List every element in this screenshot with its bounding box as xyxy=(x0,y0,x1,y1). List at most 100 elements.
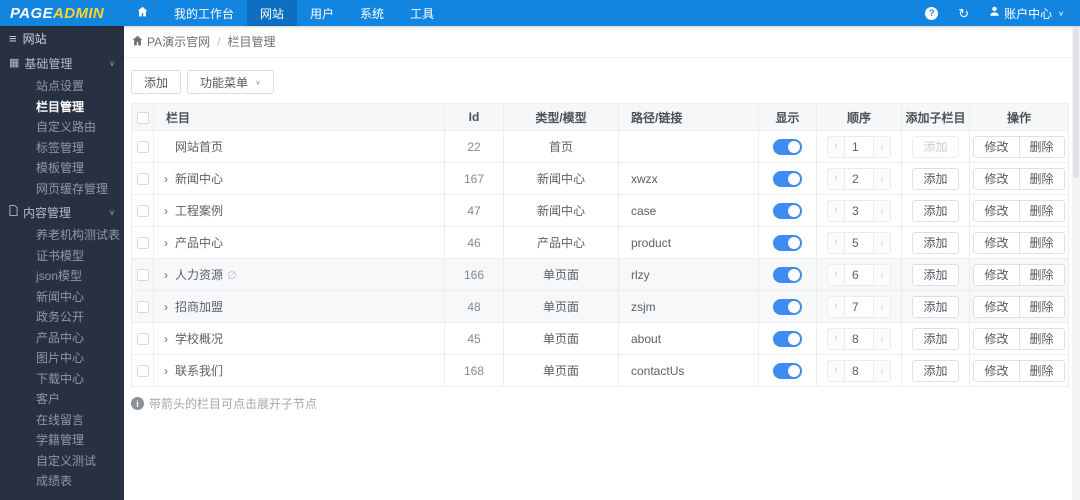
column-name[interactable]: 新闻中心 xyxy=(175,172,223,186)
row-checkbox[interactable] xyxy=(136,333,149,346)
modify-button[interactable]: 修改 xyxy=(973,167,1020,190)
add-child-button[interactable]: 添加 xyxy=(912,359,959,382)
column-name[interactable]: 招商加盟 xyxy=(175,300,223,314)
delete-button[interactable]: 删除 xyxy=(1018,135,1065,158)
delete-button[interactable]: 删除 xyxy=(1018,295,1065,318)
sidebar-item[interactable]: 模板管理 xyxy=(0,158,124,179)
add-child-button[interactable]: 添加 xyxy=(912,327,959,350)
expand-arrow-icon[interactable]: › xyxy=(164,172,175,186)
topnav-item[interactable]: 我的工作台 xyxy=(161,0,247,26)
modify-button[interactable]: 修改 xyxy=(973,295,1020,318)
visible-toggle[interactable] xyxy=(773,138,802,155)
order-down-button[interactable]: ↓ xyxy=(874,265,890,285)
home-nav-button[interactable] xyxy=(124,0,161,26)
order-value-input[interactable]: 7 xyxy=(844,296,874,317)
order-up-button[interactable]: ↑ xyxy=(828,201,844,221)
order-value-input[interactable]: 3 xyxy=(844,200,874,221)
sidebar-item[interactable]: 自定义测试 xyxy=(0,451,124,472)
expand-arrow-icon[interactable]: › xyxy=(164,236,175,250)
visible-toggle[interactable] xyxy=(773,170,802,187)
order-up-button[interactable]: ↑ xyxy=(828,233,844,253)
add-button[interactable]: 添加 xyxy=(131,70,182,94)
visible-toggle[interactable] xyxy=(773,266,802,283)
visible-toggle[interactable] xyxy=(773,202,802,219)
expand-arrow-icon[interactable]: › xyxy=(164,332,175,346)
topnav-item[interactable]: 用户 xyxy=(297,0,347,26)
sidebar-item[interactable]: 网页缓存管理 xyxy=(0,179,124,200)
hamburger-icon[interactable]: ≡ xyxy=(9,31,17,46)
topnav-item[interactable]: 工具 xyxy=(397,0,447,26)
delete-button[interactable]: 删除 xyxy=(1018,263,1065,286)
expand-arrow-icon[interactable]: › xyxy=(164,268,175,282)
delete-button[interactable]: 删除 xyxy=(1018,231,1065,254)
add-child-button[interactable]: 添加 xyxy=(912,263,959,286)
modify-button[interactable]: 修改 xyxy=(973,135,1020,158)
order-up-button[interactable]: ↑ xyxy=(828,297,844,317)
sidebar-item[interactable]: 自定义路由 xyxy=(0,117,124,138)
column-name[interactable]: 联系我们 xyxy=(175,364,223,378)
sidebar-item[interactable]: 图片中心 xyxy=(0,348,124,369)
function-menu-button[interactable]: 功能菜单 ∨ xyxy=(187,70,274,94)
add-child-button[interactable]: 添加 xyxy=(912,199,959,222)
modify-button[interactable]: 修改 xyxy=(973,231,1020,254)
add-child-button[interactable]: 添加 xyxy=(912,135,959,158)
scrollbar-thumb[interactable] xyxy=(1073,28,1079,178)
row-checkbox[interactable] xyxy=(136,173,149,186)
topnav-item[interactable]: 网站 xyxy=(247,0,298,26)
sidebar-item[interactable]: 客户 xyxy=(0,389,124,410)
sidebar-item[interactable]: 在线留言 xyxy=(0,410,124,431)
select-all-checkbox[interactable] xyxy=(136,111,149,124)
modify-button[interactable]: 修改 xyxy=(973,263,1020,286)
sidebar-item[interactable]: 下载中心 xyxy=(0,369,124,390)
column-name[interactable]: 产品中心 xyxy=(175,236,223,250)
sidebar-item[interactable]: 学籍管理 xyxy=(0,430,124,451)
row-checkbox[interactable] xyxy=(136,269,149,282)
expand-arrow-icon[interactable]: › xyxy=(164,364,175,378)
order-down-button[interactable]: ↓ xyxy=(874,329,890,349)
row-checkbox[interactable] xyxy=(136,237,149,250)
sidebar-item[interactable]: 新闻中心 xyxy=(0,287,124,308)
refresh-icon[interactable]: ↻ xyxy=(958,7,969,20)
order-up-button[interactable]: ↑ xyxy=(828,329,844,349)
column-name[interactable]: 网站首页 xyxy=(175,140,223,154)
sidebar-item[interactable]: 产品中心 xyxy=(0,328,124,349)
order-down-button[interactable]: ↓ xyxy=(874,297,890,317)
sidebar-item[interactable]: 养老机构测试表 xyxy=(0,225,124,246)
sidebar-item[interactable]: 栏目管理 xyxy=(0,97,124,118)
sidebar-item[interactable]: 证书模型 xyxy=(0,246,124,267)
column-name[interactable]: 人力资源 xyxy=(175,268,223,282)
order-value-input[interactable]: 6 xyxy=(844,264,874,285)
column-name[interactable]: 学校概况 xyxy=(175,332,223,346)
row-checkbox[interactable] xyxy=(136,365,149,378)
modify-button[interactable]: 修改 xyxy=(973,327,1020,350)
visible-toggle[interactable] xyxy=(773,330,802,347)
order-down-button[interactable]: ↓ xyxy=(874,169,890,189)
delete-button[interactable]: 删除 xyxy=(1018,359,1065,382)
delete-button[interactable]: 删除 xyxy=(1018,167,1065,190)
modify-button[interactable]: 修改 xyxy=(973,199,1020,222)
order-value-input[interactable]: 1 xyxy=(844,136,874,157)
row-checkbox[interactable] xyxy=(136,141,149,154)
order-value-input[interactable]: 5 xyxy=(844,232,874,253)
order-down-button[interactable]: ↓ xyxy=(874,201,890,221)
visible-toggle[interactable] xyxy=(773,362,802,379)
modify-button[interactable]: 修改 xyxy=(973,359,1020,382)
order-up-button[interactable]: ↑ xyxy=(828,265,844,285)
order-up-button[interactable]: ↑ xyxy=(828,137,844,157)
add-child-button[interactable]: 添加 xyxy=(912,167,959,190)
column-name[interactable]: 工程案例 xyxy=(175,204,223,218)
visible-toggle[interactable] xyxy=(773,298,802,315)
delete-button[interactable]: 删除 xyxy=(1018,327,1065,350)
breadcrumb-site[interactable]: PA演示官网 xyxy=(147,33,210,50)
order-down-button[interactable]: ↓ xyxy=(874,233,890,253)
visible-toggle[interactable] xyxy=(773,234,802,251)
order-value-input[interactable]: 2 xyxy=(844,168,874,189)
account-menu[interactable]: 账户中心 ∨ xyxy=(989,5,1064,22)
row-checkbox[interactable] xyxy=(136,301,149,314)
topnav-item[interactable]: 系统 xyxy=(347,0,397,26)
sidebar-section-content[interactable]: 内容管理 ∨ xyxy=(0,199,124,225)
sidebar-item[interactable]: 站点设置 xyxy=(0,76,124,97)
scrollbar[interactable] xyxy=(1072,26,1080,500)
expand-arrow-icon[interactable]: › xyxy=(164,300,175,314)
order-up-button[interactable]: ↑ xyxy=(828,361,844,381)
